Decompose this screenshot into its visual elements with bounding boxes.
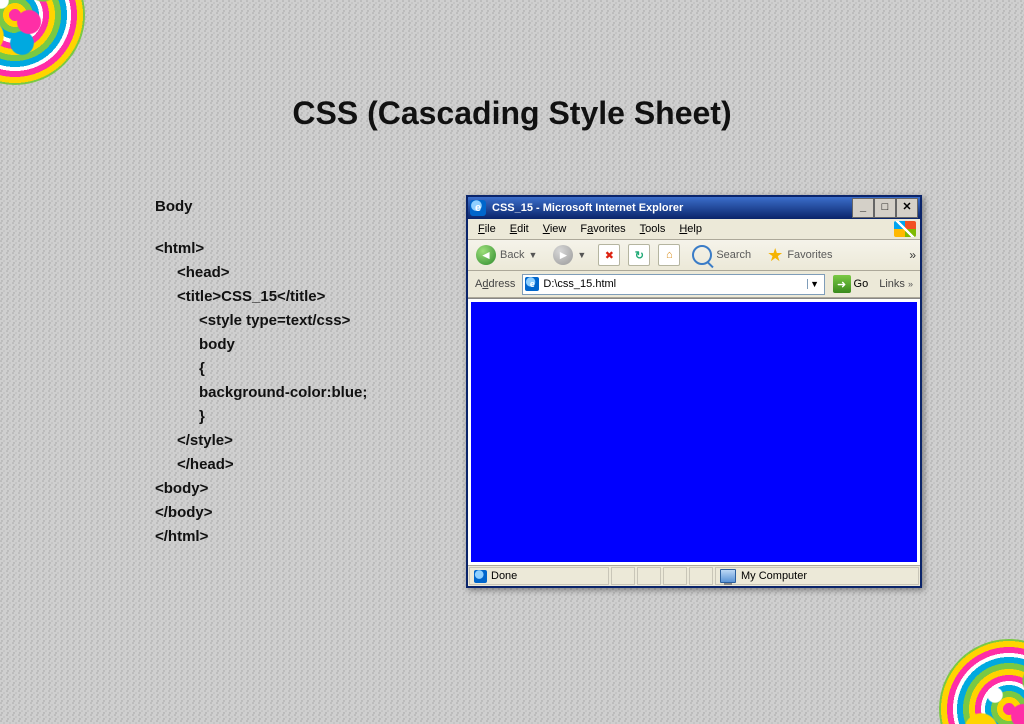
computer-icon [720, 569, 736, 583]
search-label: Search [716, 249, 751, 261]
toolbar: ◄ Back ▼ ► ▼ ✖ ↻ ⌂ Search ★ Favorites » [468, 240, 920, 271]
menu-favorites[interactable]: Favorites [574, 222, 631, 236]
status-done-cell: Done [469, 567, 609, 585]
menu-tools[interactable]: Tools [634, 222, 672, 236]
rendered-page-body [471, 302, 917, 562]
code-line: <title>CSS_15</title> [177, 285, 367, 309]
status-zone-text: My Computer [741, 570, 807, 582]
minimize-button[interactable]: _ [852, 198, 874, 218]
back-button[interactable]: ◄ Back ▼ [472, 243, 541, 267]
code-line: <head> [177, 261, 367, 285]
refresh-button[interactable]: ↻ [628, 244, 650, 266]
back-label: Back [500, 249, 524, 261]
ie-window: CSS_15 - Microsoft Internet Explorer _ □… [466, 195, 922, 588]
address-field[interactable]: D:\css_15.html ▼ [522, 274, 824, 295]
search-icon [692, 245, 712, 265]
title-bar[interactable]: CSS_15 - Microsoft Internet Explorer _ □… [468, 197, 920, 219]
ie-icon [470, 200, 486, 216]
status-spacer [637, 567, 661, 585]
code-line: } [199, 405, 367, 429]
star-icon: ★ [767, 246, 783, 264]
chevron-down-icon: ▼ [577, 250, 586, 260]
menu-view[interactable]: View [537, 222, 573, 236]
code-line: </html> [155, 525, 367, 549]
done-icon [474, 570, 487, 583]
code-line: </head> [177, 453, 367, 477]
status-zone-cell: My Computer [715, 567, 919, 585]
code-sample: Body <html> <head> <title>CSS_15</title>… [155, 195, 367, 549]
status-bar: Done My Computer [468, 565, 920, 586]
menu-file[interactable]: File [472, 222, 502, 236]
slide-title: CSS (Cascading Style Sheet) [0, 95, 1024, 132]
code-line: body [199, 333, 367, 357]
address-bar: Address D:\css_15.html ▼ ➜ Go Links » [468, 271, 920, 298]
status-spacer [611, 567, 635, 585]
decorative-swirl-top-left [0, 0, 85, 85]
toolbar-overflow-icon[interactable]: » [909, 248, 916, 262]
code-line: <html> [155, 237, 367, 261]
menu-help[interactable]: Help [673, 222, 708, 236]
window-title: CSS_15 - Microsoft Internet Explorer [492, 202, 846, 214]
address-label: Address [472, 278, 518, 290]
links-button[interactable]: Links » [876, 278, 916, 290]
home-button[interactable]: ⌂ [658, 244, 680, 266]
favorites-label: Favorites [787, 249, 832, 261]
windows-flag-icon [894, 221, 916, 237]
maximize-button[interactable]: □ [874, 198, 896, 218]
favorites-button[interactable]: ★ Favorites [763, 244, 836, 266]
status-done-text: Done [491, 570, 517, 582]
forward-button[interactable]: ► ▼ [549, 243, 590, 267]
code-line: </style> [177, 429, 367, 453]
chevron-down-icon: ▼ [528, 250, 537, 260]
code-line: </body> [155, 501, 367, 525]
menu-bar: File Edit View Favorites Tools Help [468, 219, 920, 240]
go-label: Go [854, 278, 869, 290]
address-value: D:\css_15.html [543, 278, 802, 290]
status-spacer [689, 567, 713, 585]
search-button[interactable]: Search [688, 243, 755, 267]
menu-edit[interactable]: Edit [504, 222, 535, 236]
section-heading: Body [155, 195, 367, 219]
code-line: <style type=text/css> [199, 309, 367, 333]
close-button[interactable]: ✕ [896, 198, 918, 218]
browser-viewport [468, 298, 920, 565]
decorative-swirl-bottom-right [939, 639, 1024, 724]
code-line: { [199, 357, 367, 381]
stop-button[interactable]: ✖ [598, 244, 620, 266]
page-favicon-icon [525, 277, 539, 291]
back-arrow-icon: ◄ [476, 245, 496, 265]
forward-arrow-icon: ► [553, 245, 573, 265]
go-arrow-icon: ➜ [833, 275, 851, 293]
code-line: <body> [155, 477, 367, 501]
address-dropdown-icon[interactable]: ▼ [807, 279, 822, 289]
go-button[interactable]: ➜ Go [829, 275, 873, 293]
chevron-right-icon: » [908, 279, 913, 289]
code-line: background-color:blue; [199, 381, 367, 405]
status-spacer [663, 567, 687, 585]
